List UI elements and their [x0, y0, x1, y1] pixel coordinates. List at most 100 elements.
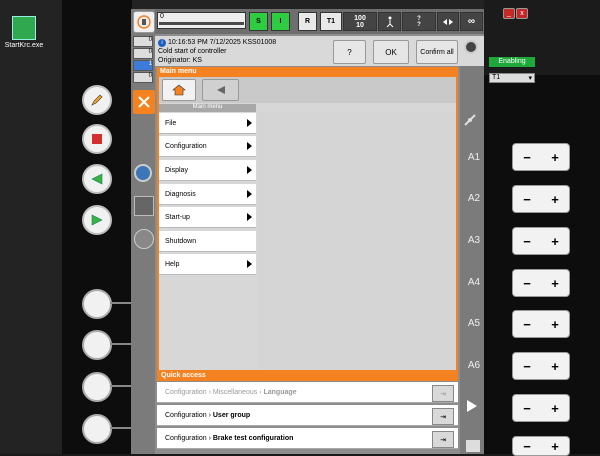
pin-button[interactable]: ⇥	[432, 385, 454, 402]
hw-line	[110, 302, 131, 304]
minus-icon: −	[523, 400, 531, 416]
menu-item-display[interactable]: Display	[159, 160, 256, 181]
operating-mode-status[interactable]: T1	[320, 12, 342, 31]
jog-mode-status[interactable]	[378, 12, 401, 31]
chevron-down-icon: ▾	[528, 75, 532, 82]
drives-status[interactable]: I	[271, 12, 290, 31]
quick-access-row-language[interactable]: Configuration › Miscellaneous › Language…	[157, 382, 458, 403]
stop-icon	[92, 134, 102, 144]
jog-key-a1[interactable]: − +	[512, 143, 570, 171]
chevron-right-icon	[247, 213, 252, 221]
minus-icon: −	[523, 438, 531, 454]
jog-key-a4[interactable]: − +	[512, 269, 570, 297]
plus-icon: +	[551, 275, 559, 291]
axis-label-a1: A1	[467, 152, 481, 163]
pin-button[interactable]: ⇥	[432, 431, 454, 448]
quick-access-row-brake-test[interactable]: Configuration › Brake test configuration…	[157, 428, 458, 449]
program-field-text: 0	[160, 13, 164, 20]
minimize-button[interactable]: _	[503, 8, 515, 19]
quick-access-row-user-group[interactable]: Configuration › User group ⇥	[157, 405, 458, 426]
jog-key-8[interactable]: − +	[512, 436, 570, 456]
mode-select[interactable]: T1 ▾	[489, 73, 535, 83]
left-counters: 0 0 1 0	[133, 36, 153, 83]
tool-icon	[466, 440, 480, 452]
info-icon: i	[158, 39, 166, 47]
chevron-right-icon	[247, 190, 252, 198]
plus-icon: +	[551, 438, 559, 454]
close-button[interactable]: x	[516, 8, 528, 19]
robot-interpreter-status[interactable]: R	[298, 12, 317, 31]
menu-item-file[interactable]: File	[159, 113, 256, 134]
start-backward-button[interactable]	[82, 164, 112, 194]
robot-axis-icon	[464, 114, 476, 126]
plus-icon: +	[551, 233, 559, 249]
jog-key-a2[interactable]: − +	[512, 185, 570, 213]
axis-selector-icon[interactable]	[462, 112, 482, 130]
qa-prefix: Configuration	[165, 434, 207, 442]
play-icon	[467, 400, 477, 412]
user-icon[interactable]	[134, 229, 154, 249]
menu-item-label: Start-up	[165, 213, 190, 221]
menu-item-shutdown[interactable]: Shutdown	[159, 231, 256, 252]
hw-soft-key-4[interactable]	[82, 414, 112, 444]
robot-icon	[137, 15, 151, 29]
gear-icon[interactable]	[134, 164, 152, 182]
incremental-status[interactable]	[437, 12, 459, 31]
desktop-icon-startkrc[interactable]: StartKrc.exe	[4, 16, 44, 49]
program-field[interactable]: 0	[157, 12, 246, 29]
override-bottom: 10	[356, 21, 364, 29]
home-button[interactable]	[162, 79, 196, 101]
chevron-right-icon	[247, 260, 252, 268]
qa-prefix: Configuration	[165, 388, 207, 396]
program-progress-bar	[159, 22, 244, 25]
jog-key-a5[interactable]: − +	[512, 310, 570, 338]
hw-line	[110, 427, 131, 429]
chevron-right-icon	[247, 119, 252, 127]
play-backward-icon	[91, 173, 103, 185]
axis-label-a5: A5	[467, 318, 481, 329]
menu-item-label: File	[165, 119, 177, 127]
globe-icon[interactable]	[464, 40, 478, 54]
infinite-jog-status[interactable]: ∞	[460, 12, 483, 31]
message-text: Cold start of controller	[158, 48, 227, 55]
jog-key-7[interactable]: − +	[512, 394, 570, 422]
start-forward-button[interactable]	[82, 205, 112, 235]
play-forward-icon	[91, 214, 103, 226]
main-menu-title: Main menu	[160, 68, 197, 75]
submit-interpreter-status[interactable]: S	[249, 12, 268, 31]
menu-item-label: Shutdown	[165, 237, 197, 245]
confirm-all-button[interactable]: Confirm all	[416, 40, 458, 64]
walking-figure-icon	[386, 16, 393, 27]
close-menu-button[interactable]	[133, 90, 155, 114]
menu-item-diagnosis[interactable]: Diagnosis	[159, 184, 256, 205]
hw-soft-key-1[interactable]	[82, 289, 112, 319]
override-status[interactable]: 100 10	[343, 12, 377, 31]
keyboard-icon[interactable]	[134, 196, 154, 216]
tool-bottom: ?	[417, 21, 421, 28]
back-button[interactable]	[202, 79, 239, 101]
qa-mid: Miscellaneous	[212, 388, 258, 396]
plus-icon: +	[551, 191, 559, 207]
menu-item-label: Help	[165, 260, 180, 268]
menu-item-label: Diagnosis	[165, 190, 196, 198]
pin-button[interactable]: ⇥	[432, 408, 454, 425]
plus-icon: +	[551, 316, 559, 332]
hw-soft-key-2[interactable]	[82, 330, 112, 360]
ok-button[interactable]: OK	[373, 40, 409, 64]
jog-key-a3[interactable]: − +	[512, 227, 570, 255]
kuka-logo-button[interactable]	[133, 11, 155, 33]
tool-base-status[interactable]: ? ?	[402, 12, 436, 31]
axis-label-a2: A2	[467, 193, 481, 204]
menu-item-configuration[interactable]: Configuration	[159, 136, 256, 157]
qa-label: Brake test configuration	[212, 434, 294, 442]
menu-item-help[interactable]: Help	[159, 254, 256, 275]
jog-key-a6[interactable]: − +	[512, 352, 570, 380]
plus-icon: +	[551, 400, 559, 416]
stop-button[interactable]	[82, 124, 112, 154]
help-button[interactable]: ?	[333, 40, 366, 64]
counter-3: 0	[133, 72, 153, 83]
edit-pencil-button[interactable]	[82, 85, 112, 115]
hw-soft-key-3[interactable]	[82, 372, 112, 402]
menu-item-start-up[interactable]: Start-up	[159, 207, 256, 228]
menu-item-label: Display	[165, 166, 188, 174]
